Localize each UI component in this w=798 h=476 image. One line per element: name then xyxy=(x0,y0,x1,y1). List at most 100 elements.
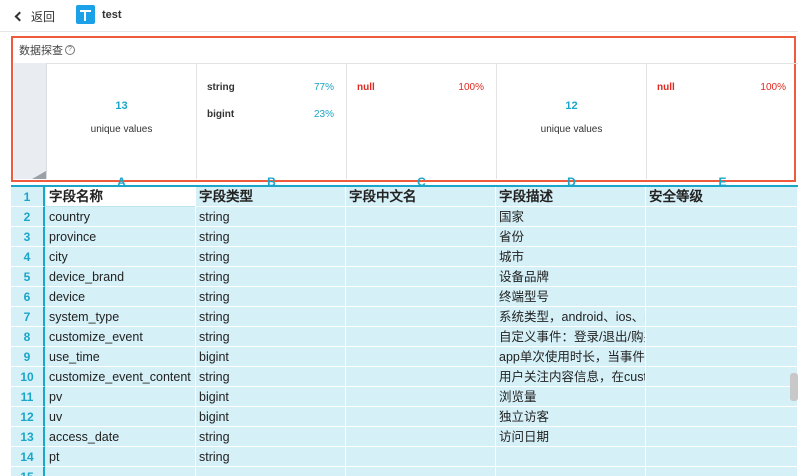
row-number[interactable]: 7 xyxy=(11,307,45,327)
table-cell[interactable]: 城市 xyxy=(496,247,646,267)
table-cell[interactable] xyxy=(346,367,496,387)
row-number[interactable]: 12 xyxy=(11,407,45,427)
table-cell[interactable] xyxy=(346,427,496,447)
table-cell[interactable]: 用户关注内容信息，在customize_event为浏览利 xyxy=(496,367,646,387)
table-cell[interactable]: uv xyxy=(46,407,196,427)
row-number[interactable]: 8 xyxy=(11,327,45,347)
table-cell[interactable] xyxy=(346,407,496,427)
table-cell[interactable]: 系统类型，android、ios、ipad、windows_phone xyxy=(496,307,646,327)
table-cell[interactable]: bigint xyxy=(196,347,346,367)
table-cell[interactable]: string xyxy=(196,427,346,447)
table-cell[interactable]: pv xyxy=(46,387,196,407)
row-number[interactable]: 14 xyxy=(11,447,45,467)
table-cell[interactable] xyxy=(646,387,798,407)
row-number[interactable]: 6 xyxy=(11,287,45,307)
profile-column-d[interactable]: 12 unique values D xyxy=(497,63,647,185)
table-cell[interactable]: province xyxy=(46,227,196,247)
row-number[interactable]: 10 xyxy=(11,367,45,387)
table-cell[interactable] xyxy=(496,467,646,476)
header-cell[interactable]: 字段类型 xyxy=(196,187,346,207)
table-cell[interactable] xyxy=(646,327,798,347)
table-cell[interactable] xyxy=(646,447,798,467)
table-cell[interactable] xyxy=(346,207,496,227)
table-cell[interactable]: string xyxy=(196,247,346,267)
row-number[interactable]: 11 xyxy=(11,387,45,407)
table-cell[interactable]: string xyxy=(196,367,346,387)
row-number[interactable]: 3 xyxy=(11,227,45,247)
table-cell[interactable] xyxy=(346,287,496,307)
table-cell[interactable]: customize_event xyxy=(46,327,196,347)
table-cell[interactable]: string xyxy=(196,267,346,287)
table-cell[interactable]: 独立访客 xyxy=(496,407,646,427)
table-cell[interactable] xyxy=(646,247,798,267)
type-name: string xyxy=(207,82,235,93)
back-button[interactable]: 返回 xyxy=(14,8,55,25)
header-cell[interactable]: 字段中文名 xyxy=(346,187,496,207)
table-cell[interactable] xyxy=(646,267,798,287)
table-cell[interactable]: string xyxy=(196,447,346,467)
table-cell[interactable] xyxy=(346,247,496,267)
table-cell[interactable]: 国家 xyxy=(496,207,646,227)
table-cell[interactable] xyxy=(346,467,496,476)
profile-column-b[interactable]: string 77% bigint 23% B xyxy=(197,63,347,185)
table-cell[interactable] xyxy=(646,307,798,327)
table-cell[interactable]: city xyxy=(46,247,196,267)
table-cell[interactable] xyxy=(346,447,496,467)
table-cell[interactable] xyxy=(646,467,798,476)
table-row: 12 uv bigint 独立访客 xyxy=(11,407,798,427)
table-cell[interactable]: 浏览量 xyxy=(496,387,646,407)
table-cell[interactable]: bigint xyxy=(196,407,346,427)
table-cell[interactable]: 访问日期 xyxy=(496,427,646,447)
help-icon[interactable]: ? xyxy=(65,45,75,55)
table-cell[interactable]: string xyxy=(196,227,346,247)
table-cell[interactable]: access_date xyxy=(46,427,196,447)
table-cell[interactable]: use_time xyxy=(46,347,196,367)
vertical-scrollbar[interactable] xyxy=(790,373,798,401)
row-number[interactable]: 2 xyxy=(11,207,45,227)
table-cell[interactable] xyxy=(496,447,646,467)
row-number[interactable]: 5 xyxy=(11,267,45,287)
table-cell[interactable]: customize_event_content xyxy=(46,367,196,387)
profile-column-a[interactable]: 13 unique values A xyxy=(47,63,197,185)
table-cell[interactable] xyxy=(646,427,798,447)
table-cell[interactable]: device_brand xyxy=(46,267,196,287)
table-cell[interactable]: 省份 xyxy=(496,227,646,247)
table-cell[interactable] xyxy=(646,207,798,227)
table-cell[interactable] xyxy=(46,467,196,476)
table-cell[interactable]: 自定义事件：登录/退出/购买/注册/点击/后台/ xyxy=(496,327,646,347)
table-cell[interactable]: string xyxy=(196,307,346,327)
table-cell[interactable]: string xyxy=(196,207,346,227)
table-cell[interactable] xyxy=(196,467,346,476)
table-cell[interactable] xyxy=(346,307,496,327)
table-cell[interactable]: system_type xyxy=(46,307,196,327)
header-cell[interactable]: 字段名称 xyxy=(46,187,196,207)
table-cell[interactable] xyxy=(346,347,496,367)
table-cell[interactable]: 设备品牌 xyxy=(496,267,646,287)
header-cell[interactable]: 安全等级 xyxy=(646,187,798,207)
row-number[interactable]: 4 xyxy=(11,247,45,267)
table-cell[interactable] xyxy=(646,347,798,367)
row-number[interactable]: 13 xyxy=(11,427,45,447)
table-cell[interactable]: pt xyxy=(46,447,196,467)
table-cell[interactable] xyxy=(646,227,798,247)
profile-column-c[interactable]: null 100% C xyxy=(347,63,497,185)
table-cell[interactable]: string xyxy=(196,327,346,347)
table-cell[interactable] xyxy=(346,267,496,287)
row-number[interactable]: 1 xyxy=(11,187,45,207)
table-cell[interactable] xyxy=(346,327,496,347)
table-cell[interactable] xyxy=(646,407,798,427)
table-cell[interactable] xyxy=(646,287,798,307)
table-cell[interactable]: device xyxy=(46,287,196,307)
row-number[interactable]: 9 xyxy=(11,347,45,367)
header-cell[interactable]: 字段描述 xyxy=(496,187,646,207)
table-cell[interactable]: app单次使用时长，当事件为退出、后台、切换 xyxy=(496,347,646,367)
table-cell[interactable]: 终端型号 xyxy=(496,287,646,307)
table-cell[interactable] xyxy=(346,387,496,407)
row-number[interactable]: 15 xyxy=(11,467,45,476)
table-cell[interactable]: bigint xyxy=(196,387,346,407)
profile-column-e[interactable]: null 100% E xyxy=(647,63,798,185)
table-cell[interactable]: country xyxy=(46,207,196,227)
table-cell[interactable] xyxy=(346,227,496,247)
table-cell[interactable] xyxy=(646,367,798,387)
table-cell[interactable]: string xyxy=(196,287,346,307)
